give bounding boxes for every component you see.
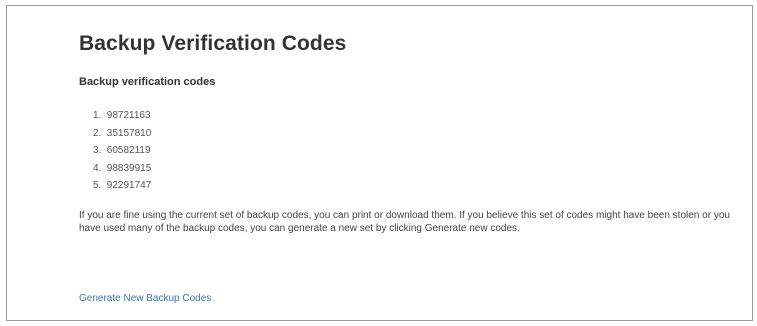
backup-code-item: 1. 98721163 (93, 107, 151, 125)
code-value: 60582119 (106, 145, 151, 156)
section-heading: Backup verification codes (79, 76, 216, 88)
backup-code-item: 5. 92291747 (93, 177, 151, 195)
code-value: 98839915 (106, 162, 152, 174)
backup-codes-panel: Backup Verification Codes Backup verific… (6, 5, 753, 321)
code-number: 1. (93, 110, 102, 121)
code-number: 3. (93, 145, 102, 156)
info-paragraph: If you are fine using the current set of… (79, 210, 730, 234)
backup-code-item: 4. 98839915 (93, 160, 151, 178)
code-number: 2. (93, 127, 102, 139)
backup-code-item: 2. 35157810 (93, 125, 151, 143)
code-number: 5. (93, 180, 102, 191)
code-value: 92291747 (106, 180, 152, 191)
code-value: 98721163 (106, 110, 151, 121)
backup-code-item: 3. 60582119 (93, 142, 151, 160)
code-number: 4. (93, 162, 102, 174)
page-title: Backup Verification Codes (79, 32, 347, 55)
generate-new-codes-link[interactable]: Generate New Backup Codes (79, 293, 211, 304)
code-value: 35157810 (106, 127, 152, 139)
backup-codes-list: 1. 98721163 2. 35157810 3. 60582119 4. 9… (93, 107, 151, 195)
